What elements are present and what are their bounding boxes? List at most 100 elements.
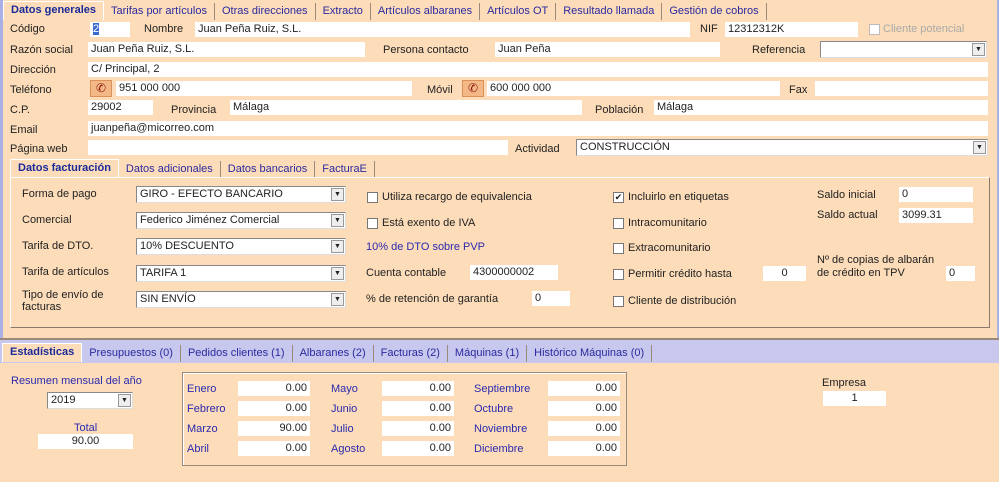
tab-albaranes[interactable]: Albaranes (2) <box>293 345 374 362</box>
month-value: 0.00 <box>382 401 454 416</box>
referencia-select[interactable]: ▼ <box>820 41 987 58</box>
cliente-potencial-checkbox[interactable] <box>869 24 880 35</box>
nombre-label: Nombre <box>144 23 184 35</box>
month-label: Abril <box>187 443 210 455</box>
tab-articulos-ot[interactable]: Artículos OT <box>480 3 557 20</box>
forma-pago-select[interactable]: GIRO - EFECTO BANCARIO ▼ <box>136 186 346 203</box>
envio-label: Tipo de envío de facturas <box>22 289 104 313</box>
call-mobile-button[interactable]: ✆ <box>462 80 484 97</box>
poblacion-input[interactable]: Málaga <box>654 100 988 115</box>
credito-checkbox[interactable] <box>613 269 624 280</box>
retencion-input[interactable]: 0 <box>532 291 570 306</box>
web-input[interactable] <box>88 140 508 155</box>
razon-input[interactable]: Juan Peña Ruiz, S.L. <box>88 42 365 57</box>
tab-estadisticas[interactable]: Estadísticas <box>2 343 83 362</box>
contacto-input[interactable]: Juan Peña <box>495 42 720 57</box>
month-label: Mayo <box>331 383 358 395</box>
recargo-checkbox[interactable] <box>367 192 378 203</box>
month-value: 0.00 <box>548 381 620 396</box>
tarifa-dto-label: Tarifa de DTO. <box>22 240 94 252</box>
direccion-input[interactable]: C/ Principal, 2 <box>88 62 988 77</box>
tab-articulos-albaranes[interactable]: Artículos albaranes <box>371 3 481 20</box>
tab-historico-maquinas[interactable]: Histórico Máquinas (0) <box>527 345 653 362</box>
month-label: Noviembre <box>474 423 528 435</box>
tab-datos-adicionales[interactable]: Datos adicionales <box>119 161 221 178</box>
tab-pedidos-clientes[interactable]: Pedidos clientes (1) <box>181 345 293 362</box>
year-select[interactable]: 2019 ▼ <box>47 392 133 409</box>
chevron-down-icon[interactable]: ▼ <box>331 214 344 227</box>
tab-facturas[interactable]: Facturas (2) <box>374 345 448 362</box>
chevron-down-icon[interactable]: ▼ <box>331 188 344 201</box>
month-value: 0.00 <box>238 401 310 416</box>
envio-select[interactable]: SIN ENVÍO ▼ <box>136 291 346 308</box>
email-label: Email <box>10 124 38 136</box>
web-label: Página web <box>10 143 68 155</box>
tab-otras-direcciones[interactable]: Otras direcciones <box>215 3 316 20</box>
comercial-select[interactable]: Federico Jiménez Comercial ▼ <box>136 212 346 229</box>
nif-label: NIF <box>700 23 718 35</box>
month-label: Agosto <box>331 443 366 455</box>
codigo-input[interactable]: 2 <box>90 22 130 37</box>
total-label: Total <box>74 422 98 434</box>
tab-facturae[interactable]: FacturaE <box>315 161 375 178</box>
tab-datos-generales[interactable]: Datos generales <box>3 1 104 20</box>
chevron-down-icon[interactable]: ▼ <box>331 240 344 253</box>
chevron-down-icon[interactable]: ▼ <box>331 267 344 280</box>
empresa-value: 1 <box>823 391 886 406</box>
movil-input[interactable]: 600 000 000 <box>487 81 780 96</box>
nif-input[interactable]: 12312312K <box>725 22 858 37</box>
forma-pago-label: Forma de pago <box>22 188 97 200</box>
intracomunitario-checkbox[interactable] <box>613 218 624 229</box>
month-value: 0.00 <box>548 421 620 436</box>
call-phone-button[interactable]: ✆ <box>90 80 112 97</box>
email-input[interactable]: juanpeña@micorreo.com <box>88 121 988 136</box>
tab-presupuestos[interactable]: Presupuestos (0) <box>82 345 181 362</box>
saldo-inicial-label: Saldo inicial <box>817 189 876 201</box>
provincia-input[interactable]: Málaga <box>230 100 582 115</box>
empresa-label: Empresa <box>822 377 867 389</box>
fax-input[interactable] <box>815 81 988 96</box>
tarifa-art-label: Tarifa de artículos <box>22 266 109 278</box>
extracomunitario-checkbox[interactable] <box>613 243 624 254</box>
etiquetas-checkbox[interactable]: ✔ <box>613 192 624 203</box>
actividad-select[interactable]: CONSTRUCCIÓN ▼ <box>576 139 988 156</box>
chevron-down-icon[interactable]: ▼ <box>973 141 986 154</box>
provincia-label: Provincia <box>171 104 217 116</box>
tab-datos-facturacion[interactable]: Datos facturación <box>10 159 119 178</box>
tab-tarifas[interactable]: Tarifas por artículos <box>104 3 215 20</box>
chevron-down-icon[interactable]: ▼ <box>972 43 985 56</box>
phone-icon: ✆ <box>467 81 479 95</box>
saldo-inicial-input[interactable]: 0 <box>899 187 973 202</box>
tab-datos-bancarios[interactable]: Datos bancarios <box>221 161 316 178</box>
chevron-down-icon[interactable]: ▼ <box>331 293 344 306</box>
dto-info: 10% de DTO sobre PVP <box>366 241 486 253</box>
tab-extracto[interactable]: Extracto <box>316 3 371 20</box>
nombre-input[interactable]: Juan Peña Ruiz, S.L. <box>195 22 690 37</box>
envio-value: SIN ENVÍO <box>140 293 196 305</box>
distribucion-checkbox[interactable] <box>613 296 624 307</box>
credito-input[interactable]: 0 <box>763 266 806 281</box>
copias-label: Nº de copias de albarán de crédito en TP… <box>817 254 935 279</box>
month-value: 0.00 <box>238 441 310 456</box>
total-value: 90.00 <box>38 434 133 449</box>
tab-resultado-llamada[interactable]: Resultado llamada <box>556 3 663 20</box>
copias-input[interactable]: 0 <box>946 266 975 281</box>
month-label: Febrero <box>187 403 226 415</box>
phone-icon: ✆ <box>95 81 107 95</box>
tarifa-art-select[interactable]: TARIFA 1 ▼ <box>136 265 346 282</box>
exento-checkbox[interactable] <box>367 218 378 229</box>
chevron-down-icon[interactable]: ▼ <box>118 394 131 407</box>
month-label: Marzo <box>187 423 218 435</box>
telefono-input[interactable]: 951 000 000 <box>116 81 412 96</box>
tab-maquinas[interactable]: Máquinas (1) <box>448 345 528 362</box>
cuenta-input[interactable]: 4300000002 <box>470 265 558 280</box>
cuenta-label: Cuenta contable <box>366 267 447 279</box>
actividad-value: CONSTRUCCIÓN <box>580 141 670 153</box>
referencia-label: Referencia <box>752 44 806 56</box>
credito-label: Permitir crédito hasta <box>628 268 732 280</box>
cp-input[interactable]: 29002 <box>88 100 153 115</box>
saldo-actual-input[interactable]: 3099.31 <box>899 208 973 223</box>
month-label: Enero <box>187 383 217 395</box>
tab-gestion-cobros[interactable]: Gestión de cobros <box>662 3 767 20</box>
tarifa-dto-select[interactable]: 10% DESCUENTO ▼ <box>136 238 346 255</box>
